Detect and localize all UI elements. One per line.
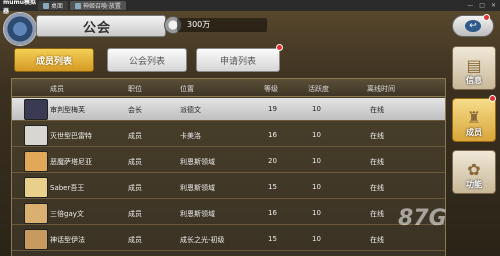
table-row[interactable]: 审判型梅芙 会长 派德文 19 10 在线	[12, 98, 445, 121]
table-header: 成员 职位 位置 等级 活跃度 离线时间	[12, 79, 445, 97]
member-role: 会长	[128, 106, 142, 114]
member-table: 成员 职位 位置 等级 活跃度 离线时间 审判型梅芙 会长 派德文 19 10 在线 灭世型…	[11, 78, 446, 256]
emulator-tab-game[interactable]: 神姬召喚·放置	[70, 1, 126, 10]
member-level: 15	[268, 235, 277, 243]
game-icon	[75, 2, 82, 9]
member-level: 20	[268, 157, 277, 165]
member-level: 16	[268, 131, 277, 139]
column-header-offline: 离线时间	[367, 85, 395, 93]
column-header-location: 位置	[180, 85, 194, 93]
back-badge	[483, 14, 490, 21]
table-row[interactable]: 灭世型巴雷特 成员 卡美洛 16 10 在线	[12, 124, 445, 147]
member-activity: 10	[312, 131, 321, 139]
member-location: 卡美洛	[180, 132, 201, 140]
avatar	[24, 125, 48, 146]
sidebar-button-label: 信息	[466, 76, 482, 85]
tab-guild-list[interactable]: 公会列表	[107, 48, 187, 72]
table-row[interactable]: 神话型伊法 成员 成长之光-初级 15 10 在线	[12, 228, 445, 251]
member-level: 16	[268, 209, 277, 217]
title-bar: 公会	[36, 15, 166, 37]
avatar	[24, 229, 48, 250]
guild-emblem-icon	[3, 12, 37, 46]
member-level: 19	[268, 105, 277, 113]
column-header-level: 等级	[264, 85, 278, 93]
avatar	[24, 177, 48, 198]
page-title: 公会	[83, 20, 112, 36]
member-activity: 10	[312, 235, 321, 243]
member-offline-time: 在线	[370, 184, 384, 192]
member-icon: ♜	[466, 108, 482, 127]
member-name: Saber吾王	[50, 184, 85, 192]
member-offline-time: 在线	[370, 236, 384, 244]
watermark: 87G	[398, 206, 447, 231]
member-name: 神话型伊法	[50, 236, 85, 244]
member-location: 利恩斯领域	[180, 184, 215, 192]
member-location: 成长之光-初级	[180, 236, 225, 244]
application-badge	[276, 44, 283, 51]
member-activity: 10	[312, 209, 321, 217]
sidebar-button-members[interactable]: ♜ 成员	[452, 98, 496, 142]
member-location: 派德文	[180, 106, 201, 114]
sidebar-button-label: 功能	[466, 180, 482, 189]
tab-member-list[interactable]: 成员列表	[14, 48, 94, 72]
member-offline-time: 在线	[370, 106, 384, 114]
back-arrow-icon: ↩	[465, 20, 481, 32]
emulator-tab-label: 神姬召喚·放置	[83, 3, 121, 10]
members-badge	[489, 95, 496, 102]
member-level: 15	[268, 183, 277, 191]
member-activity: 10	[312, 157, 321, 165]
member-location: 利恩斯领域	[180, 210, 215, 218]
member-name: 审判型梅芙	[50, 106, 85, 114]
table-row[interactable]: 三倍gay文 成员 利恩斯领域 16 10 在线	[12, 202, 445, 225]
avatar	[24, 99, 48, 120]
column-header-activity: 活跃度	[308, 85, 329, 93]
avatar	[24, 203, 48, 224]
avatar	[24, 151, 48, 172]
column-header-role: 职位	[128, 85, 142, 93]
tab-application-list[interactable]: 申请列表	[196, 48, 280, 72]
member-name: 灭世型巴雷特	[50, 132, 92, 140]
minimize-button[interactable]: —	[467, 2, 473, 9]
emulator-tab-desktop[interactable]: 桌面	[38, 1, 69, 10]
home-icon	[43, 2, 49, 9]
member-name: 三倍gay文	[50, 210, 84, 218]
currency-value: 300万	[177, 18, 267, 32]
member-role: 成员	[128, 210, 142, 218]
game-window: mumu模拟器 桌面 神姬召喚·放置 — □ ✕ 公会 300万 ↩ 成员列表 …	[0, 0, 500, 256]
member-offline-time: 在线	[370, 158, 384, 166]
member-role: 成员	[128, 132, 142, 140]
member-offline-time: 在线	[370, 132, 384, 140]
window-controls: — □ ✕	[467, 2, 500, 9]
scroll-icon: ▤	[466, 56, 482, 75]
sidebar-button-function[interactable]: ✿ 功能	[452, 150, 496, 194]
sidebar-button-label: 成员	[466, 128, 482, 137]
close-button[interactable]: ✕	[491, 2, 496, 9]
member-name: 恶魔萨塔尼亚	[50, 158, 92, 166]
sidebar-button-info[interactable]: ▤ 信息	[452, 46, 496, 90]
emulator-titlebar: mumu模拟器 桌面 神姬召喚·放置 — □ ✕	[0, 0, 500, 15]
member-activity: 10	[312, 105, 321, 113]
member-role: 成员	[128, 184, 142, 192]
table-row[interactable]: 恶魔萨塔尼亚 成员 利恩斯领域 20 10 在线	[12, 150, 445, 173]
member-role: 成员	[128, 236, 142, 244]
emulator-tab-label: 桌面	[51, 3, 64, 10]
member-role: 成员	[128, 158, 142, 166]
member-offline-time: 在线	[370, 210, 384, 218]
member-activity: 10	[312, 183, 321, 191]
member-location: 利恩斯领域	[180, 158, 215, 166]
maximize-button[interactable]: □	[479, 2, 485, 9]
column-header-member: 成员	[50, 85, 64, 93]
table-row[interactable]: Saber吾王 成员 利恩斯领域 15 10 在线	[12, 176, 445, 199]
emulator-logo: mumu模拟器	[3, 0, 37, 15]
function-icon: ✿	[467, 160, 481, 179]
